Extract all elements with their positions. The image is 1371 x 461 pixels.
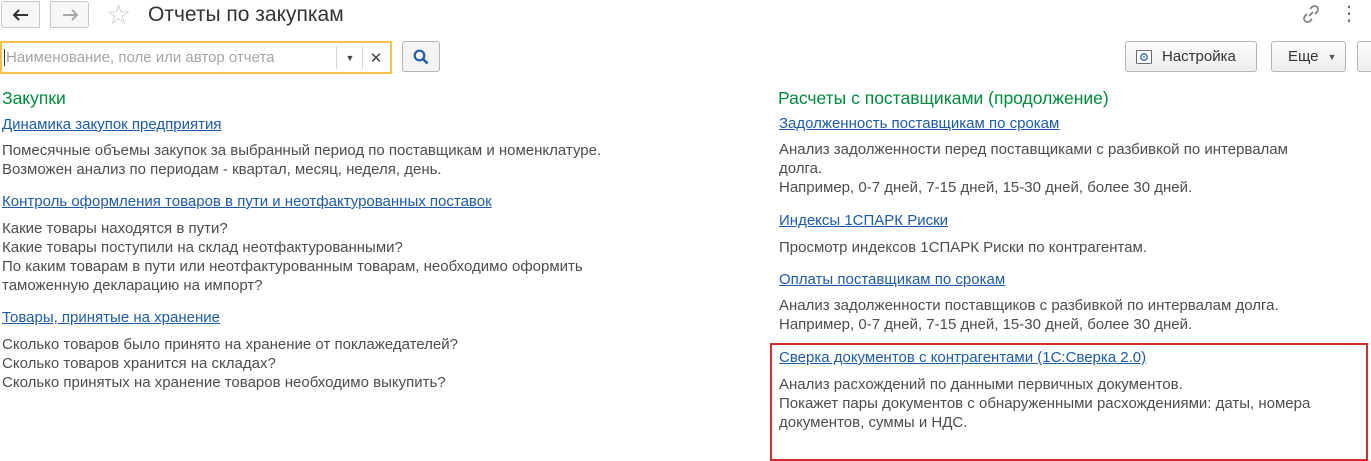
search-button[interactable] [402, 41, 440, 72]
section-heading-supplier-settlements: Расчеты с поставщиками (продолжение) [778, 88, 1109, 108]
star-icon[interactable]: ☆ [106, 0, 131, 30]
toolbar-button-partial[interactable] [1357, 41, 1371, 72]
text-caret [4, 49, 5, 66]
back-arrow-icon [12, 8, 28, 21]
back-button[interactable] [1, 1, 40, 28]
section-heading-purchases: Закупки [2, 88, 66, 108]
more-vertical-icon[interactable]: ⋮ [1339, 4, 1359, 24]
report-link[interactable]: Индексы 1СПАРК Риски [779, 211, 948, 230]
report-link[interactable]: Сверка документов с контрагентами (1С:Св… [779, 348, 1146, 367]
more-label: Еще [1288, 48, 1319, 65]
settings-button[interactable]: Настройка [1125, 41, 1257, 72]
chevron-down-icon: ▼ [1327, 51, 1337, 62]
report-link[interactable]: Задолженность поставщикам по срокам [779, 114, 1059, 133]
search-icon [413, 49, 429, 64]
search-input[interactable] [6, 43, 332, 72]
link-icon[interactable] [1300, 3, 1322, 30]
clear-icon[interactable]: ✕ [364, 43, 388, 72]
search-box[interactable]: ▼ ✕ [0, 41, 392, 74]
report-description: Просмотр индексов 1СПАРК Риски по контра… [779, 239, 1148, 256]
report-description: Сколько товаров было принято на хранение… [2, 336, 458, 391]
report-link[interactable]: Динамика закупок предприятия [2, 115, 221, 134]
dropdown-icon[interactable]: ▼ [339, 43, 361, 72]
report-description: Анализ расхождений по данными первичных … [779, 376, 1311, 431]
settings-label: Настройка [1162, 48, 1236, 65]
divider [336, 46, 337, 69]
settings-icon [1136, 49, 1152, 64]
forward-button[interactable] [50, 1, 89, 28]
report-link[interactable]: Контроль оформления товаров в пути и нео… [2, 192, 492, 211]
forward-arrow-icon [62, 8, 78, 21]
more-button[interactable]: Еще ▼ [1271, 41, 1346, 72]
report-description: Помесячные объемы закупок за выбранный п… [2, 142, 602, 178]
report-link[interactable]: Товары, принятые на хранение [2, 308, 220, 327]
page-title: Отчеты по закупкам [148, 3, 344, 26]
divider [362, 46, 363, 69]
report-description: Какие товары находятся в пути? Какие тов… [2, 220, 583, 294]
report-description: Анализ задолженности перед поставщиками … [779, 141, 1288, 196]
report-link[interactable]: Оплаты поставщикам по срокам [779, 270, 1005, 289]
report-description: Анализ задолженности поставщиков с разби… [779, 297, 1279, 333]
